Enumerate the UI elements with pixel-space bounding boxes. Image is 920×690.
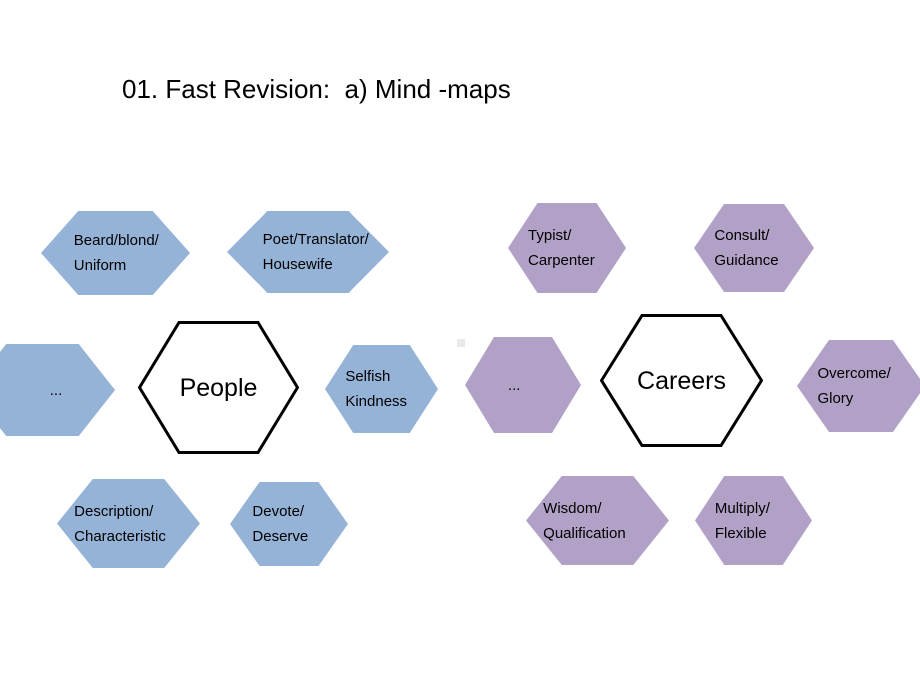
hex-node-ellipsis-left-people[interactable]: ...: [0, 344, 115, 436]
hex-node-description-characteristic[interactable]: Description/ Characteristic: [57, 479, 200, 568]
hexagon-icon: [57, 479, 200, 568]
hex-node-overcome-glory[interactable]: Overcome/ Glory: [797, 340, 920, 432]
hexagon-icon: [600, 314, 763, 447]
hexagon-icon: [797, 340, 920, 432]
hexagon-icon: [465, 337, 581, 433]
hexagon-icon: [325, 345, 438, 433]
hexagon-icon: [230, 482, 348, 566]
hexagon-icon: [694, 204, 814, 292]
hex-node-wisdom-qualification[interactable]: Wisdom/ Qualification: [526, 476, 669, 565]
page-title: 01. Fast Revision: a) Mind -maps: [122, 74, 511, 104]
hex-node-consult-guidance[interactable]: Consult/ Guidance: [694, 204, 814, 292]
hex-node-selfish-kindness[interactable]: Selfish Kindness: [325, 345, 438, 433]
hexagon-icon: [0, 344, 115, 436]
slide-canvas: 01. Fast Revision: a) Mind -maps Beard/b…: [0, 0, 920, 690]
hexagon-icon: [508, 203, 626, 293]
hex-center-careers[interactable]: Careers: [600, 314, 763, 447]
hex-node-ellipsis-left-careers[interactable]: ...: [465, 337, 581, 433]
hex-node-poet-translator-housewife[interactable]: Poet/Translator/ Housewife: [227, 211, 389, 293]
hexagon-icon: [526, 476, 669, 565]
hex-node-typist-carpenter[interactable]: Typist/ Carpenter: [508, 203, 626, 293]
hex-node-devote-deserve[interactable]: Devote/ Deserve: [230, 482, 348, 566]
hex-node-multiply-flexible[interactable]: Multiply/ Flexible: [695, 476, 812, 565]
stray-marker: [457, 339, 465, 347]
hex-center-people[interactable]: People: [138, 321, 299, 454]
hexagon-icon: [695, 476, 812, 565]
hexagon-icon: [138, 321, 299, 454]
hexagon-icon: [227, 211, 389, 293]
hex-node-beard-blond-uniform[interactable]: Beard/blond/ Uniform: [41, 211, 190, 295]
hexagon-icon: [41, 211, 190, 295]
